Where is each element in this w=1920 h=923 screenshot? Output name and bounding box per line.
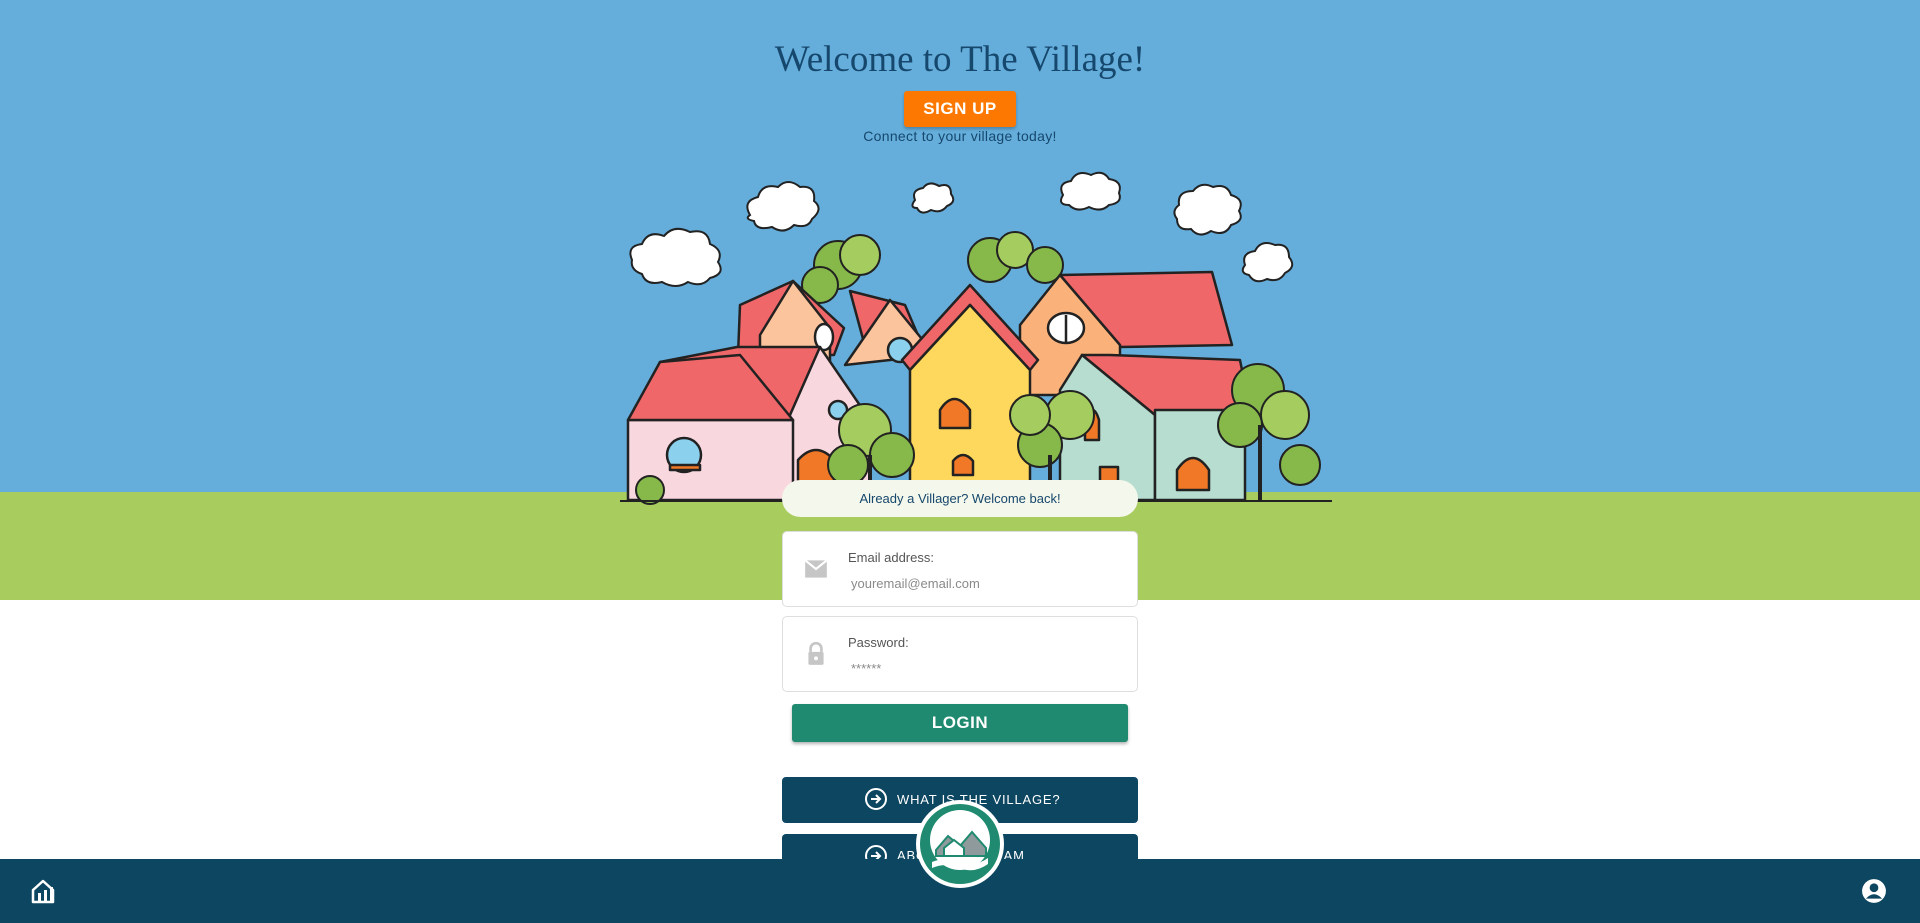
email-icon (804, 559, 828, 578)
welcome-back-banner: Already a Villager? Welcome back! (782, 480, 1138, 517)
signup-button[interactable]: SIGN UP (904, 91, 1016, 127)
email-input[interactable] (849, 572, 1121, 594)
login-button[interactable]: LOGIN (792, 704, 1128, 742)
lock-icon (808, 641, 824, 665)
password-input[interactable] (849, 657, 1121, 679)
account-circle-icon[interactable] (1861, 878, 1887, 904)
email-label: Email address: (848, 550, 934, 565)
email-field[interactable]: Email address: (782, 531, 1138, 607)
village-illustration (620, 171, 1332, 505)
tagline: Connect to your village today! (863, 128, 1057, 144)
village-logo[interactable] (914, 798, 1006, 890)
home-icon[interactable] (30, 878, 60, 904)
page-title: Welcome to The Village! (774, 39, 1146, 80)
arrow-circle-right-icon (865, 788, 887, 810)
password-field[interactable]: Password: (782, 616, 1138, 692)
password-label: Password: (848, 635, 909, 650)
